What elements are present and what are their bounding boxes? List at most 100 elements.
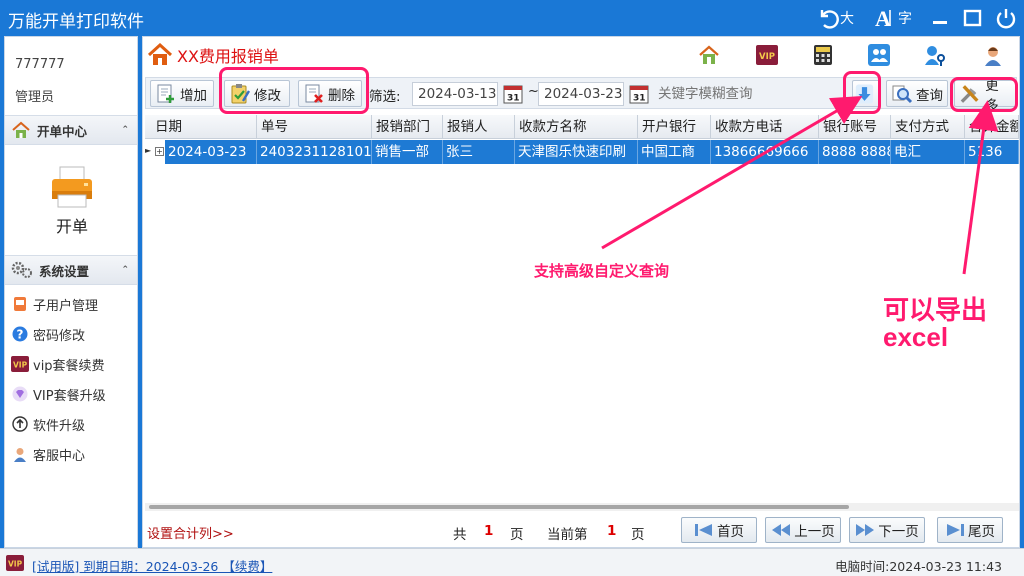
svg-text:A: A (875, 6, 891, 30)
first-page-icon (695, 524, 712, 536)
table-cell[interactable]: 2024-03-23 (165, 140, 257, 164)
search-icon (892, 85, 913, 103)
font-large-label: 大 (840, 11, 854, 27)
annotation-custom-query: 支持高级自定义查询 (534, 262, 670, 280)
page-title: XX费用报销单 (147, 43, 279, 67)
top-calculator-button[interactable] (811, 43, 835, 67)
first-page-button[interactable]: 首页 (681, 517, 757, 543)
font-label: 字 (898, 11, 912, 27)
users-icon (868, 44, 890, 66)
table-cell[interactable]: 销售一部 (372, 140, 443, 164)
table-cell[interactable]: 24032311281010 (257, 140, 372, 164)
svg-text:VIP: VIP (13, 361, 28, 370)
date-from-calendar-button[interactable]: 31 (502, 82, 524, 106)
key-user-icon (925, 46, 945, 66)
sidebar-item-customer-service[interactable]: 客服中心 (11, 442, 85, 466)
sidebar-item-password[interactable]: ? 密码修改 (11, 322, 85, 346)
table-row[interactable]: ► + 2024-03-23 24032311281010 销售一部 张三 天津… (145, 140, 1019, 164)
trial-status-link[interactable]: [试用版] 到期日期：2024-03-26 【续费】 (32, 556, 272, 575)
column-header[interactable]: 合计金额 (965, 115, 1019, 139)
font-large-button[interactable]: 大 (816, 4, 854, 32)
last-page-label: 尾页 (968, 524, 995, 540)
house-icon (11, 121, 31, 139)
scrollbar-thumb[interactable] (149, 505, 849, 509)
column-header[interactable]: 支付方式 (891, 115, 965, 139)
calendar-day: 31 (633, 94, 646, 104)
upgrade-icon (11, 415, 29, 433)
vip-badge-text: VIP (8, 560, 23, 569)
sidebar-item-label: vip套餐续费 (33, 358, 105, 374)
collapse-icon: ⌃ (121, 125, 129, 135)
billing-button[interactable]: 开单 (35, 165, 109, 237)
question-icon: ? (11, 325, 29, 343)
prev-page-icon (772, 524, 791, 536)
calendar-icon: 31 (503, 85, 523, 104)
column-header[interactable]: 单号 (257, 115, 372, 139)
maximize-icon (963, 9, 982, 27)
query-label: 查询 (916, 87, 943, 104)
table-cell[interactable]: 电汇 (891, 140, 965, 164)
home-icon (699, 45, 719, 64)
section-billing-label: 开单中心 (37, 123, 88, 139)
gears-icon (11, 261, 33, 279)
vip-badge-text: VIP (759, 52, 775, 62)
add-doc-icon (157, 84, 174, 103)
page-unit: 页 (510, 527, 524, 543)
column-header[interactable]: 收款方电话 (711, 115, 819, 139)
top-users-button[interactable] (867, 43, 891, 67)
column-header[interactable]: 日期 (151, 115, 257, 139)
section-system-settings[interactable]: 系统设置 ⌃ (5, 255, 137, 285)
power-button[interactable] (994, 4, 1018, 32)
column-header[interactable]: 报销部门 (372, 115, 443, 139)
diamond-icon (11, 385, 29, 403)
next-page-button[interactable]: 下一页 (849, 517, 925, 543)
query-button[interactable]: 查询 (886, 80, 948, 107)
keyword-search-input[interactable] (658, 82, 850, 106)
top-vip-button[interactable]: VIP (755, 43, 779, 67)
top-key-user-button[interactable] (923, 43, 947, 67)
power-icon (996, 9, 1016, 29)
expand-icon[interactable]: + (155, 147, 164, 156)
sidebar-item-sub-users[interactable]: 子用户管理 (11, 292, 98, 316)
prev-page-button[interactable]: 上一页 (765, 517, 841, 543)
total-prefix: 共 (453, 527, 467, 543)
font-icon: A (875, 6, 891, 30)
top-home-button[interactable] (697, 43, 721, 67)
sidebar-item-vip-upgrade[interactable]: VIP套餐升级 (11, 382, 106, 406)
last-page-button[interactable]: 尾页 (937, 517, 1003, 543)
current-prefix: 当前第 (547, 527, 588, 543)
minimize-icon (933, 21, 947, 24)
table-cell[interactable]: 中国工商 (638, 140, 711, 164)
row-indicator-icon: ► (145, 146, 152, 155)
user-role: 管理员 (15, 90, 55, 105)
date-from-input[interactable] (412, 82, 498, 106)
sidebar-item-software-upgrade[interactable]: 软件升级 (11, 412, 85, 436)
calculator-icon (814, 45, 832, 65)
table-cell[interactable]: 张三 (443, 140, 515, 164)
date-to-input[interactable] (538, 82, 624, 106)
sidebar-item-label: 子用户管理 (33, 298, 99, 314)
sidebar-item-vip-renew[interactable]: VIP vip套餐续费 (11, 352, 105, 376)
vip-icon: VIP (6, 555, 24, 571)
horizontal-scrollbar[interactable] (145, 503, 1019, 511)
section-billing-center[interactable]: 开单中心 ⌃ (5, 115, 137, 145)
set-total-columns-link[interactable]: 设置合计列>> (147, 523, 234, 542)
column-header[interactable]: 收款方名称 (515, 115, 638, 139)
minimize-button[interactable] (930, 4, 950, 32)
add-button[interactable]: 增加 (150, 80, 214, 107)
date-to-calendar-button[interactable]: 31 (628, 82, 650, 106)
calendar-day: 31 (507, 94, 520, 104)
top-support-button[interactable] (981, 43, 1005, 67)
column-header[interactable]: 报销人 (443, 115, 515, 139)
table-cell[interactable]: 5136 (965, 140, 1019, 164)
table-cell[interactable]: 13866669666 (711, 140, 819, 164)
user-card-icon (11, 295, 29, 313)
column-header[interactable]: 开户银行 (638, 115, 711, 139)
table-cell[interactable]: 8888 8888 (819, 140, 891, 164)
maximize-button[interactable] (962, 4, 984, 32)
home-icon (147, 43, 173, 65)
font-button[interactable]: A 字 (874, 4, 912, 32)
last-page-icon (947, 524, 964, 536)
table-cell[interactable]: 天津图乐快速印刷 (515, 140, 638, 164)
column-header[interactable]: 银行账号 (819, 115, 891, 139)
